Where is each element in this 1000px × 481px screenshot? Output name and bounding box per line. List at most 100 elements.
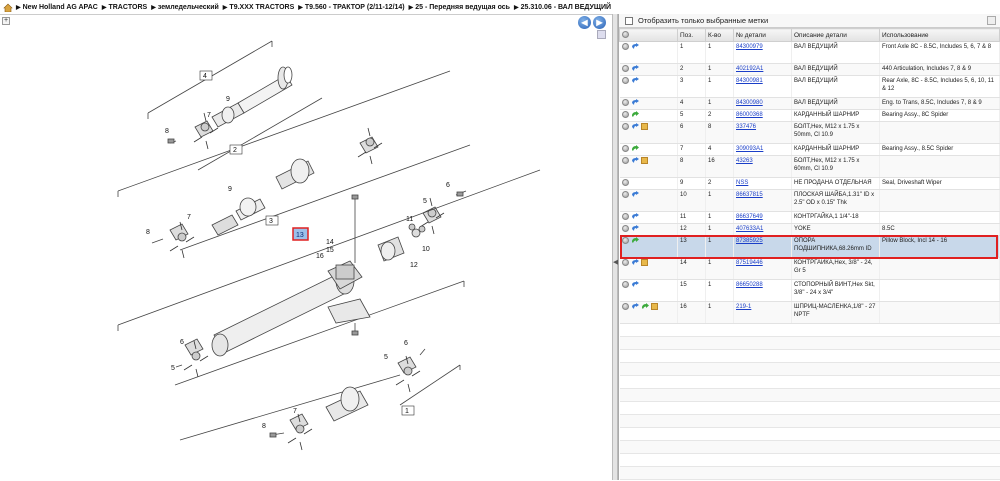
select-radio-icon[interactable] <box>621 65 629 72</box>
row-icons <box>619 75 678 98</box>
column-header[interactable]: № детали <box>733 28 792 42</box>
maximize-icon[interactable] <box>987 16 996 25</box>
breadcrumb-item[interactable]: ▶ 25 - Передняя ведущая ось <box>409 4 510 11</box>
breadcrumb-item[interactable]: ▶ T9.560 - ТРАКТОР (2/11-12/14) <box>298 4 404 11</box>
callout-6: 6 <box>180 339 184 346</box>
table-row[interactable]: 4 1 84300980 ВАЛ ВЕДУЩИЙ Eng. to Trans, 8.5C… <box>619 97 1000 110</box>
table-row[interactable]: 11 1 86637649 КОНТРГАЙКА,1 1/4"-18 <box>619 211 1000 224</box>
table-row[interactable]: 15 1 86650288 СТОПОРНЫЙ ВИНТ,Hex Skt, 3/8" … <box>619 279 1000 302</box>
empty-row <box>620 454 1000 467</box>
replacement-arrow-icon[interactable] <box>631 259 639 266</box>
description-cell: ВАЛ ВЕДУЩИЙ <box>791 41 880 64</box>
table-row[interactable]: 12 1 407633A1 YOKE 8.5C <box>619 223 1000 236</box>
table-row[interactable]: 16 1 219-1 ШПРИЦ-МАСЛЕНКА,1/8" - 27 NPTF <box>619 301 1000 324</box>
column-header[interactable]: Использование <box>879 28 1000 42</box>
part-number-link[interactable]: 43263 <box>736 158 753 164</box>
replacement-arrow-icon[interactable] <box>631 157 639 164</box>
select-radio-icon[interactable] <box>621 111 629 118</box>
available-arrow-icon[interactable] <box>631 145 639 152</box>
column-header[interactable] <box>619 28 678 42</box>
available-arrow-icon[interactable] <box>631 237 639 244</box>
part-number-link[interactable]: 86000368 <box>736 112 763 118</box>
select-radio-icon[interactable] <box>621 145 629 152</box>
package-icon[interactable] <box>640 157 648 164</box>
select-radio-icon[interactable] <box>621 77 629 84</box>
select-radio-icon[interactable] <box>621 237 629 244</box>
replacement-arrow-icon[interactable] <box>631 281 639 288</box>
home-icon[interactable] <box>3 3 13 12</box>
breadcrumb-item[interactable]: ▶ T9.XXX TRACTORS <box>223 4 294 11</box>
select-radio-icon[interactable] <box>621 123 629 130</box>
select-radio-icon[interactable] <box>621 259 629 266</box>
replacement-arrow-icon[interactable] <box>631 191 639 198</box>
part-number-link[interactable]: 402192A1 <box>736 66 763 72</box>
replacement-arrow-icon[interactable] <box>631 43 639 50</box>
select-radio-icon[interactable] <box>621 225 629 232</box>
select-radio-icon[interactable] <box>621 281 629 288</box>
replacement-arrow-icon[interactable] <box>631 77 639 84</box>
usage-cell: Bearing Assy., 8.5C Spider <box>879 143 1000 156</box>
description-cell: ШПРИЦ-МАСЛЕНКА,1/8" - 27 NPTF <box>791 301 880 324</box>
table-row[interactable]: 13 1 87385925 ОПОРА ПОДШИПНИКА,68.26mm ID Pi… <box>619 235 1000 258</box>
table-row[interactable]: 5 2 86000368 КАРДАННЫЙ ШАРНИР Bearing Assy.,… <box>619 109 1000 122</box>
part-number-link[interactable]: 87385925 <box>736 238 763 244</box>
column-header[interactable]: К-во <box>705 28 734 42</box>
part-number-link[interactable]: 86650288 <box>736 282 763 288</box>
breadcrumb-item[interactable]: ▶ TRACTORS <box>102 4 147 11</box>
available-arrow-icon[interactable] <box>631 111 639 118</box>
part-number-link[interactable]: 87519446 <box>736 260 763 266</box>
description-cell: НЕ ПРОДАНА ОТДЕЛЬНАЯ <box>791 177 880 190</box>
part-number-link[interactable]: NSS <box>736 180 748 186</box>
replacement-arrow-icon[interactable] <box>631 123 639 130</box>
part-number-cell: 87519446 <box>733 257 792 280</box>
part-number-link[interactable]: 84300979 <box>736 44 763 50</box>
row-icons <box>619 143 678 156</box>
part-number-link[interactable]: 337476 <box>736 124 756 130</box>
table-row[interactable]: 9 2 NSS НЕ ПРОДАНА ОТДЕЛЬНАЯ Seal, Driveshaf… <box>619 177 1000 190</box>
available-arrow-icon[interactable] <box>641 303 649 310</box>
package-icon[interactable] <box>650 303 658 310</box>
table-row[interactable]: 1 1 84300979 ВАЛ ВЕДУЩИЙ Front Axle 8C - 8.5… <box>619 41 1000 64</box>
quantity-cell: 1 <box>705 211 734 224</box>
replacement-arrow-icon[interactable] <box>631 65 639 72</box>
part-number-link[interactable]: 309093A1 <box>736 146 763 152</box>
part-number-link[interactable]: 86637815 <box>736 192 763 198</box>
column-header[interactable]: Описание детали <box>791 28 880 42</box>
show-selected-checkbox[interactable] <box>625 16 633 25</box>
select-radio-icon[interactable] <box>621 43 629 50</box>
replacement-arrow-icon[interactable] <box>631 99 639 106</box>
select-radio-icon[interactable] <box>621 157 629 164</box>
replacement-arrow-icon[interactable] <box>631 303 639 310</box>
table-row[interactable]: 2 1 402192A1 ВАЛ ВЕДУЩИЙ 440 Articulation, I… <box>619 63 1000 76</box>
table-row[interactable]: 7 4 309093A1 КАРДАННЫЙ ШАРНИР Bearing Assy.,… <box>619 143 1000 156</box>
select-radio-icon[interactable] <box>621 191 629 198</box>
part-number-link[interactable]: 84300980 <box>736 100 763 106</box>
package-icon[interactable] <box>640 259 648 266</box>
select-all-icon[interactable] <box>622 31 629 39</box>
column-header[interactable]: Поз. <box>677 28 706 42</box>
breadcrumb-item[interactable]: ▶ New Holland AG APAC <box>16 4 98 11</box>
select-radio-icon[interactable] <box>621 99 629 106</box>
part-number-link[interactable]: 407633A1 <box>736 226 763 232</box>
exploded-parts-diagram[interactable]: 4 2 3 1 9 7 8 9 7 8 6 5 11 10 12 14 15 1… <box>0 15 612 481</box>
part-number-link[interactable]: 219-1 <box>736 304 751 310</box>
table-row[interactable]: 14 1 87519446 КОНТРГАЙКА,Hex, 3/8" - 24, Gr… <box>619 257 1000 280</box>
select-radio-icon[interactable] <box>621 213 629 220</box>
select-radio-icon[interactable] <box>621 179 629 186</box>
position-cell: 6 <box>677 121 706 144</box>
table-row[interactable]: 10 1 86637815 ПЛОСКАЯ ШАЙБА,1.31" ID x 2.5"… <box>619 189 1000 212</box>
breadcrumb-item[interactable]: ▶ земледельческий <box>151 4 219 11</box>
row-icons <box>619 211 678 224</box>
replacement-arrow-icon[interactable] <box>631 213 639 220</box>
callout-1: 1 <box>405 408 409 415</box>
table-row[interactable]: 6 8 337476 БОЛТ,Hex, M12 x 1.75 x 50mm, Cl … <box>619 121 1000 144</box>
package-icon[interactable] <box>640 123 648 130</box>
select-radio-icon[interactable] <box>621 303 629 310</box>
part-number-link[interactable]: 84300981 <box>736 78 763 84</box>
table-row[interactable]: 3 1 84300981 ВАЛ ВЕДУЩИЙ Rear Axle, 8C - 8.5… <box>619 75 1000 98</box>
part-number-cell: 84300981 <box>733 75 792 98</box>
replacement-arrow-icon[interactable] <box>631 225 639 232</box>
quantity-cell: 1 <box>705 189 734 212</box>
table-row[interactable]: 8 16 43263 БОЛТ,Hex, M12 x 1.75 x 60mm, Cl … <box>619 155 1000 178</box>
part-number-link[interactable]: 86637649 <box>736 214 763 220</box>
